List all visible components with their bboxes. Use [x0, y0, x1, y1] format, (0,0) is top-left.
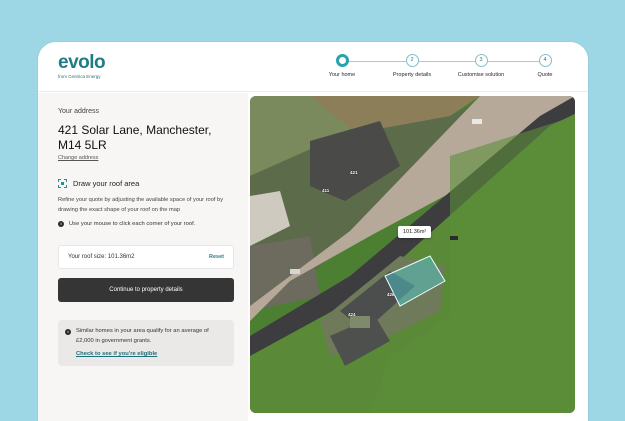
grant-text: Similar homes in your area qualify for a…: [76, 328, 209, 344]
house-number-label: 421: [350, 170, 358, 175]
draw-roof-hint: i Use your mouse to click each corner of…: [58, 221, 195, 227]
address-label: Your address: [58, 108, 99, 115]
draw-roof-heading: Draw your roof area: [58, 179, 139, 188]
grant-info-box: i Similar homes in your area qualify for…: [58, 320, 234, 366]
change-address-link[interactable]: Change address: [58, 155, 98, 161]
side-panel: Your address 421 Solar Lane, Manchester,…: [38, 93, 248, 421]
step-customise-solution[interactable]: 3 Customise solution: [451, 54, 511, 78]
logo-wordmark: evolo: [58, 52, 106, 73]
continue-button[interactable]: Continue to property details: [58, 278, 234, 302]
address-text: 421 Solar Lane, Manchester, M14 5LR: [58, 123, 228, 152]
step-indicator-active: [335, 54, 349, 67]
draw-area-icon: [58, 179, 67, 188]
roof-size-text: Your roof size: 101.36m2: [68, 254, 135, 260]
logo[interactable]: evolo from Centrica Energy: [58, 52, 106, 79]
satellite-map[interactable]: 101.36m² 421 411 428 424: [250, 96, 575, 413]
house-number-label: 424: [348, 312, 356, 317]
step-number: 2: [405, 54, 419, 67]
step-number: 4: [538, 54, 552, 67]
step-label: Property details: [392, 72, 432, 78]
map-imagery: [250, 96, 575, 413]
step-your-home[interactable]: Your home: [312, 54, 372, 78]
info-icon: i: [58, 221, 64, 227]
logo-tagline: from Centrica Energy: [58, 74, 101, 79]
hint-text: Use your mouse to click each corner of y…: [69, 221, 196, 227]
step-number: 3: [474, 54, 488, 67]
step-label: Your home: [328, 72, 356, 78]
check-eligibility-link[interactable]: Check to see if you're eligible: [76, 351, 157, 357]
app-window: evolo from Centrica Energy Your home 2 P…: [38, 42, 588, 421]
roof-area-label: 101.36m²: [398, 226, 432, 238]
progress-line: [342, 61, 542, 62]
address-line2: M14 5LR: [58, 137, 107, 152]
draw-roof-title: Draw your roof area: [73, 179, 140, 188]
step-quote[interactable]: 4 Quote: [515, 54, 575, 78]
house-number-label: 411: [322, 188, 330, 193]
step-label: Customise solution: [457, 72, 505, 78]
progress-steps: Your home 2 Property details 3 Customise…: [322, 54, 562, 84]
reset-button[interactable]: Reset: [209, 254, 224, 260]
info-icon: i: [65, 329, 71, 335]
step-property-details[interactable]: 2 Property details: [382, 54, 442, 78]
roof-size-box: Your roof size: 101.36m2 Reset: [58, 245, 234, 269]
address-line1: 421 Solar Lane, Manchester,: [58, 123, 212, 137]
header: evolo from Centrica Energy Your home 2 P…: [38, 42, 588, 92]
house-number-label: 428: [387, 292, 395, 297]
step-label: Quote: [537, 72, 553, 78]
draw-roof-description: Refine your quote by adjusting the avail…: [58, 197, 224, 213]
